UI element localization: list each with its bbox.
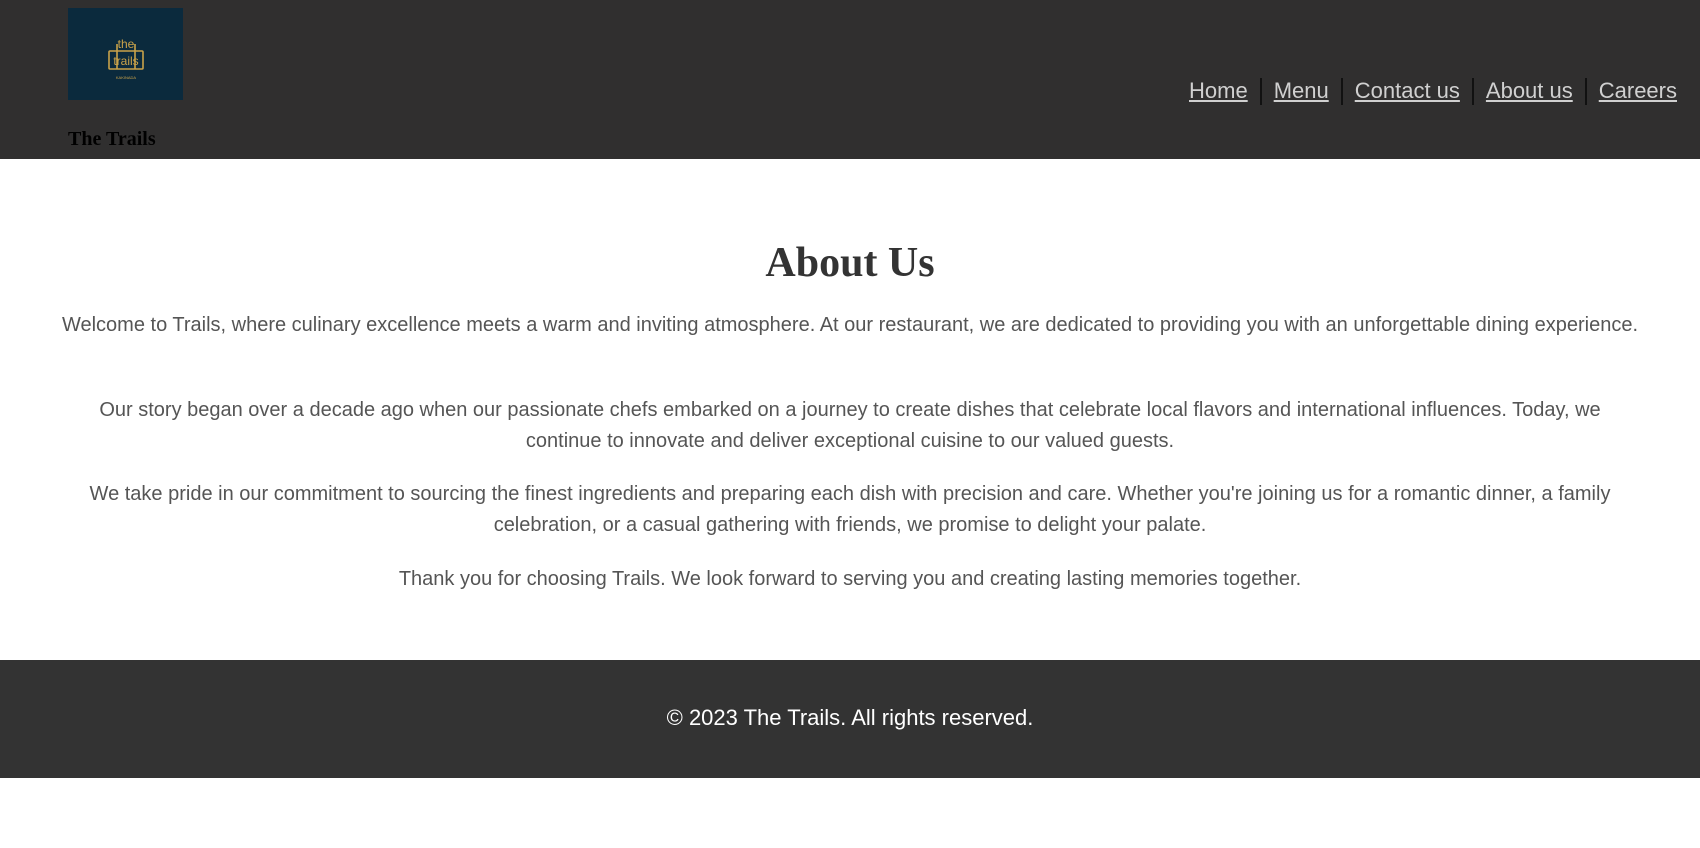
main-nav: Home Menu Contact us About us Careers [1177, 76, 1677, 106]
about-paragraph: We take pride in our commitment to sourc… [89, 483, 1611, 536]
logo-tagline: KAKINADA [116, 75, 137, 80]
nav-about-link[interactable]: About us [1474, 77, 1585, 105]
about-paragraph: Thank you for choosing Trails. We look f… [398, 568, 1302, 590]
brand-name: The Trails [68, 128, 156, 150]
about-paragraph: Welcome to Trails, where culinary excell… [61, 314, 1639, 336]
copyright-text: © 2023 The Trails. All rights reserved. [666, 705, 1034, 730]
nav-contact-link[interactable]: Contact us [1343, 77, 1472, 105]
site-footer: © 2023 The Trails. All rights reserved. [0, 660, 1700, 778]
logo[interactable]: the trails KAKINADA [68, 8, 183, 100]
nav-home-link[interactable]: Home [1177, 77, 1260, 105]
page-title: About Us [765, 240, 935, 286]
site-header: the trails KAKINADA The Trails Home Menu… [0, 0, 1700, 159]
logo-text-trails: trails [113, 54, 138, 68]
trails-logo-icon: the trails KAKINADA [108, 37, 144, 80]
nav-menu-link[interactable]: Menu [1262, 77, 1341, 105]
about-section: About Us Welcome to Trails, where culina… [0, 159, 1700, 660]
about-paragraph: Our story began over a decade ago when o… [99, 399, 1601, 452]
nav-careers-link[interactable]: Careers [1587, 77, 1677, 105]
logo-text-the: the [118, 37, 135, 51]
